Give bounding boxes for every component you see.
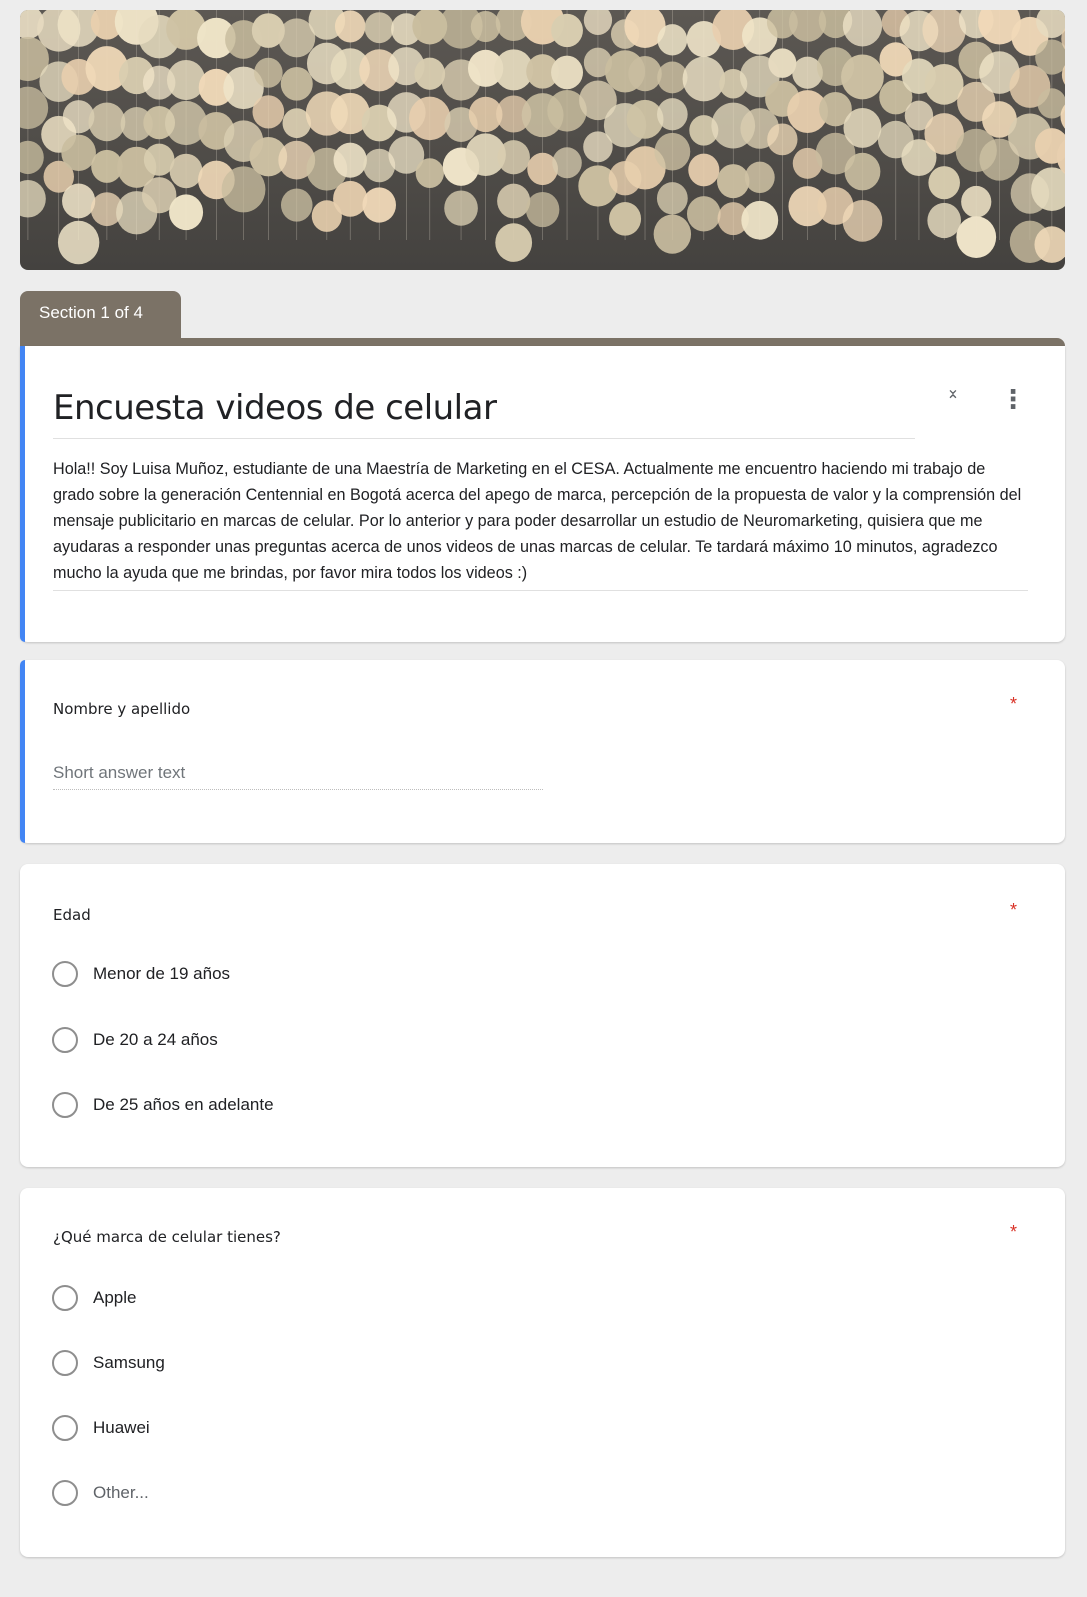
question-card-age[interactable]: Edad * Menor de 19 años De 20 a 24 años … xyxy=(20,864,1065,1167)
required-asterisk: * xyxy=(1010,900,1018,920)
collapse-icon[interactable]: ⌄ ⌃ xyxy=(940,382,966,414)
question-title: Edad xyxy=(53,906,91,924)
radio-option-other[interactable]: Other... xyxy=(52,1479,149,1507)
question-card-brand[interactable]: ¿Qué marca de celular tienes? * Apple Sa… xyxy=(20,1188,1065,1557)
form-title[interactable]: Encuesta videos de celular xyxy=(53,388,915,439)
radio-button[interactable] xyxy=(52,1285,78,1311)
garland-decoration xyxy=(20,10,1065,265)
question-title: ¿Qué marca de celular tienes? xyxy=(53,1228,281,1246)
section-indicator: Section 1 of 4 xyxy=(20,291,181,339)
short-answer-input[interactable] xyxy=(53,756,543,790)
question-title: Nombre y apellido xyxy=(53,700,191,718)
radio-button[interactable] xyxy=(52,1027,78,1053)
radio-option[interactable]: Menor de 19 años xyxy=(52,960,230,988)
question-card-name[interactable]: Nombre y apellido * xyxy=(20,660,1065,843)
required-asterisk: * xyxy=(1010,1222,1018,1242)
more-vert-icon[interactable]: ⋮ xyxy=(1000,384,1026,414)
radio-option[interactable]: Huawei xyxy=(52,1414,150,1442)
required-asterisk: * xyxy=(1010,694,1018,714)
radio-button[interactable] xyxy=(52,1480,78,1506)
option-label: Menor de 19 años xyxy=(93,964,231,983)
option-label: Huawei xyxy=(93,1418,150,1437)
radio-button[interactable] xyxy=(52,1415,78,1441)
radio-option[interactable]: De 25 años en adelante xyxy=(52,1091,274,1119)
option-label: Apple xyxy=(93,1288,137,1307)
option-label: De 20 a 24 años xyxy=(93,1030,218,1049)
radio-option[interactable]: De 20 a 24 años xyxy=(52,1026,218,1054)
header-image xyxy=(20,10,1065,270)
option-label: De 25 años en adelante xyxy=(93,1095,274,1114)
radio-button[interactable] xyxy=(52,1092,78,1118)
radio-button[interactable] xyxy=(52,961,78,987)
radio-option[interactable]: Apple xyxy=(52,1284,136,1312)
option-label: Samsung xyxy=(93,1353,165,1372)
form-description[interactable]: Hola!! Soy Luisa Muñoz, estudiante de un… xyxy=(53,456,1028,591)
radio-option[interactable]: Samsung xyxy=(52,1349,165,1377)
radio-button[interactable] xyxy=(52,1350,78,1376)
form-title-card[interactable]: Encuesta videos de celular ⌄ ⌃ ⋮ Hola!! S… xyxy=(20,346,1065,642)
option-label: Other... xyxy=(93,1483,149,1502)
